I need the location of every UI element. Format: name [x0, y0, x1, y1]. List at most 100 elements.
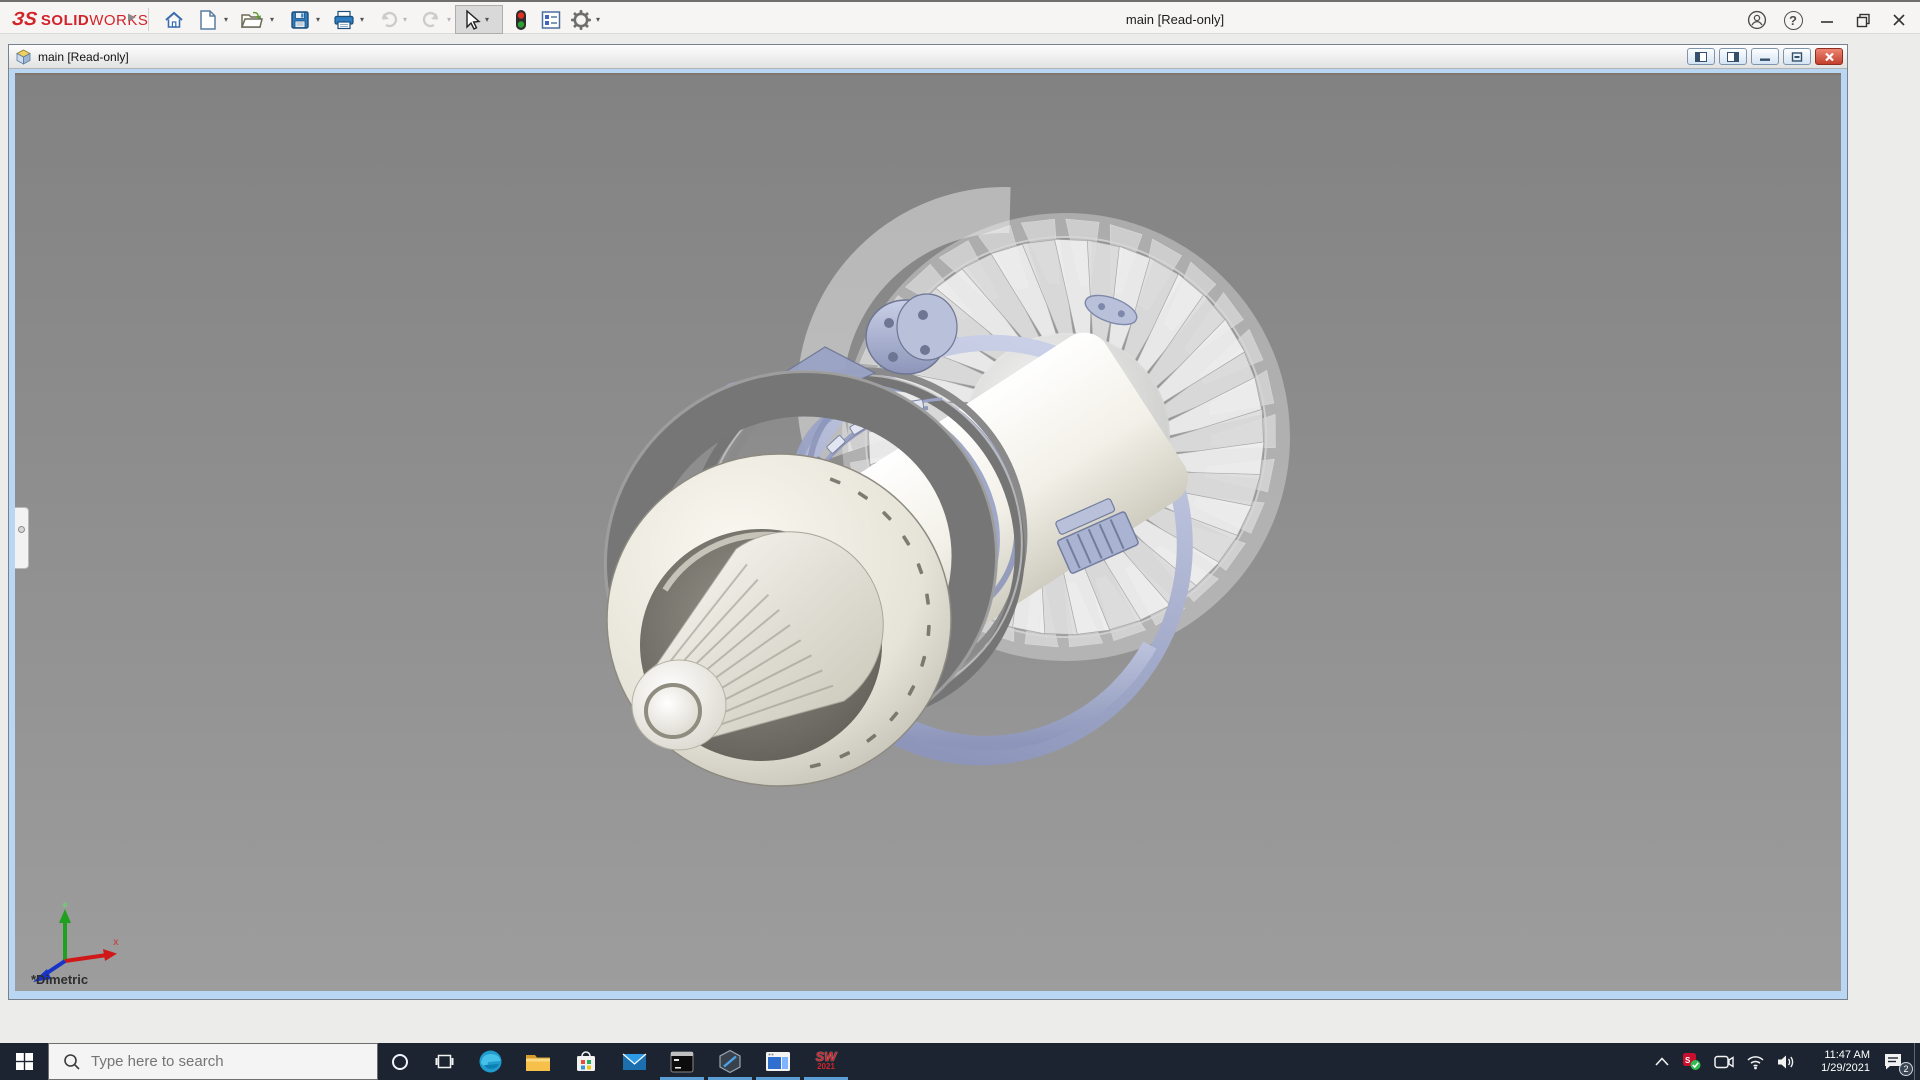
close-icon — [1893, 14, 1905, 26]
stoplight-button[interactable] — [507, 6, 535, 33]
camera-icon — [1714, 1055, 1734, 1068]
account-icon — [1747, 10, 1767, 30]
left-pane-toggle-button[interactable] — [1687, 48, 1715, 65]
wifi-icon — [1746, 1055, 1764, 1069]
solidworks-logo-mark: ЗS — [10, 9, 39, 30]
redo-icon — [422, 11, 439, 27]
tray-solidworks-monitor[interactable]: S — [1676, 1043, 1708, 1080]
select-tool-button[interactable]: ▾ — [455, 5, 503, 34]
save-caret[interactable]: ▾ — [316, 15, 320, 24]
undo-caret[interactable]: ▾ — [403, 15, 407, 24]
start-button[interactable] — [0, 1043, 48, 1080]
print-icon — [334, 10, 354, 29]
task-view-icon — [435, 1054, 453, 1069]
document-restore-icon — [1791, 51, 1803, 62]
print-caret[interactable]: ▾ — [360, 15, 364, 24]
clock-date: 1/29/2021 — [1821, 1061, 1870, 1074]
assembly-cube-icon — [16, 49, 31, 65]
select-cursor-icon — [466, 8, 481, 30]
search-input[interactable] — [91, 1053, 361, 1070]
cortana-button[interactable] — [378, 1043, 422, 1080]
hexagon-app-icon — [719, 1049, 741, 1074]
task-view-button[interactable] — [422, 1043, 466, 1080]
new-document-button[interactable] — [194, 6, 222, 33]
document-window: main [Read-only] x *Dimetric — [8, 44, 1848, 1000]
collapsed-panel-tab[interactable] — [15, 507, 29, 569]
application-background: main [Read-only] x *Dimetric — [0, 34, 1920, 1043]
notification-count-badge: 2 — [1899, 1062, 1913, 1076]
taskbar-app-hexagon[interactable] — [706, 1043, 754, 1080]
left-pane-icon — [1695, 51, 1707, 62]
volume-icon — [1777, 1055, 1793, 1068]
taskbar-app-solidworks[interactable]: SW 2021 — [802, 1043, 850, 1080]
taskbar-app-edge[interactable] — [466, 1043, 514, 1080]
show-desktop-button[interactable] — [1914, 1043, 1920, 1080]
tray-network[interactable] — [1740, 1043, 1770, 1080]
select-tool-caret[interactable]: ▾ — [485, 15, 489, 24]
toolbar-expander-icon[interactable]: ▶ — [128, 12, 136, 23]
cortana-icon — [392, 1053, 408, 1070]
display-options-button[interactable] — [537, 6, 565, 33]
search-icon — [64, 1053, 80, 1070]
account-button[interactable] — [1742, 6, 1772, 34]
home-button[interactable] — [160, 6, 188, 33]
panel-tab-handle-icon — [18, 526, 25, 533]
undo-button[interactable] — [374, 6, 402, 33]
home-icon — [165, 11, 183, 28]
list-panel-icon — [541, 10, 561, 29]
print-button[interactable] — [330, 6, 358, 33]
orientation-label: *Dimetric — [31, 972, 89, 987]
tray-clock[interactable]: 11:47 AM 1/29/2021 — [1802, 1043, 1872, 1080]
document-titlebar[interactable]: main [Read-only] — [9, 45, 1847, 69]
minimize-button[interactable] — [1812, 6, 1842, 34]
open-button[interactable] — [238, 6, 266, 33]
settings-button[interactable] — [567, 6, 595, 33]
graphics-viewport[interactable]: x *Dimetric — [15, 73, 1841, 991]
tray-meet-now[interactable] — [1708, 1043, 1740, 1080]
windows-taskbar: SW 2021 S — [0, 1043, 1920, 1080]
redo-caret[interactable]: ▾ — [447, 15, 451, 24]
mail-icon — [622, 1053, 646, 1070]
jet-engine-model[interactable] — [575, 185, 1335, 885]
new-document-icon — [200, 9, 216, 30]
viewport-frame: x *Dimetric — [9, 70, 1847, 999]
open-folder-icon — [240, 11, 263, 28]
window-title: main [Read-only] — [1125, 12, 1225, 27]
chevron-up-icon — [1655, 1057, 1669, 1066]
right-pane-toggle-button[interactable] — [1719, 48, 1747, 65]
open-caret[interactable]: ▾ — [270, 15, 274, 24]
close-button[interactable] — [1884, 6, 1914, 34]
triad-x-label: x — [113, 937, 119, 948]
document-restore-button[interactable] — [1783, 48, 1811, 65]
stoplight-icon — [516, 9, 526, 30]
file-explorer-icon — [526, 1054, 550, 1071]
taskbar-search[interactable] — [48, 1043, 378, 1080]
new-document-caret[interactable]: ▾ — [224, 15, 228, 24]
taskbar-app-window[interactable] — [754, 1043, 802, 1080]
action-center-button[interactable]: 2 — [1872, 1043, 1914, 1080]
tray-overflow-button[interactable] — [1648, 1043, 1676, 1080]
restore-icon — [1856, 13, 1870, 27]
cone-tip-ring — [644, 683, 702, 739]
save-icon — [291, 10, 309, 29]
windows-logo-icon — [15, 1053, 33, 1070]
taskbar-app-store[interactable] — [562, 1043, 610, 1080]
document-minimize-button[interactable] — [1751, 48, 1779, 65]
help-button[interactable]: ? — [1778, 6, 1808, 34]
taskbar-app-terminal[interactable] — [658, 1043, 706, 1080]
document-title: main [Read-only] — [38, 49, 129, 64]
document-close-icon — [1824, 52, 1834, 61]
save-button[interactable] — [286, 6, 314, 33]
solidworks-taskbar-icon: SW 2021 — [815, 1048, 837, 1071]
toolbar-separator — [148, 8, 149, 31]
solidworks-check-icon: S — [1683, 1053, 1701, 1070]
restore-button[interactable] — [1848, 6, 1878, 34]
taskbar-app-mail[interactable] — [610, 1043, 658, 1080]
settings-caret[interactable]: ▾ — [596, 15, 600, 24]
undo-icon — [381, 11, 398, 27]
store-icon — [577, 1050, 595, 1071]
document-close-button[interactable] — [1815, 48, 1843, 65]
tray-volume[interactable] — [1770, 1043, 1802, 1080]
taskbar-app-file-explorer[interactable] — [514, 1043, 562, 1080]
redo-button[interactable] — [418, 6, 446, 33]
